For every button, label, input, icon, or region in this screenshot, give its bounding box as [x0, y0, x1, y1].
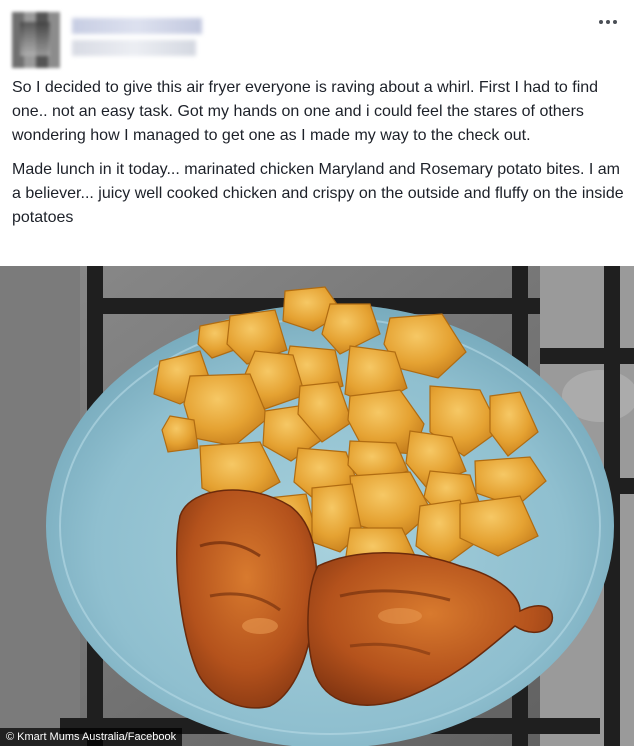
- more-options-icon[interactable]: [594, 12, 622, 32]
- post-header: [0, 0, 634, 68]
- post-photo[interactable]: © Kmart Mums Australia/Facebook: [0, 266, 634, 746]
- post-paragraph: So I decided to give this air fryer ever…: [12, 79, 599, 144]
- photo-credit: © Kmart Mums Australia/Facebook: [0, 728, 183, 746]
- author-name-blurred[interactable]: [72, 18, 202, 34]
- post-paragraph: Made lunch in it today... marinated chic…: [12, 161, 624, 226]
- post-body: So I decided to give this air fryer ever…: [12, 76, 624, 240]
- author-avatar[interactable]: [12, 12, 60, 68]
- post-meta-blurred: [72, 40, 196, 56]
